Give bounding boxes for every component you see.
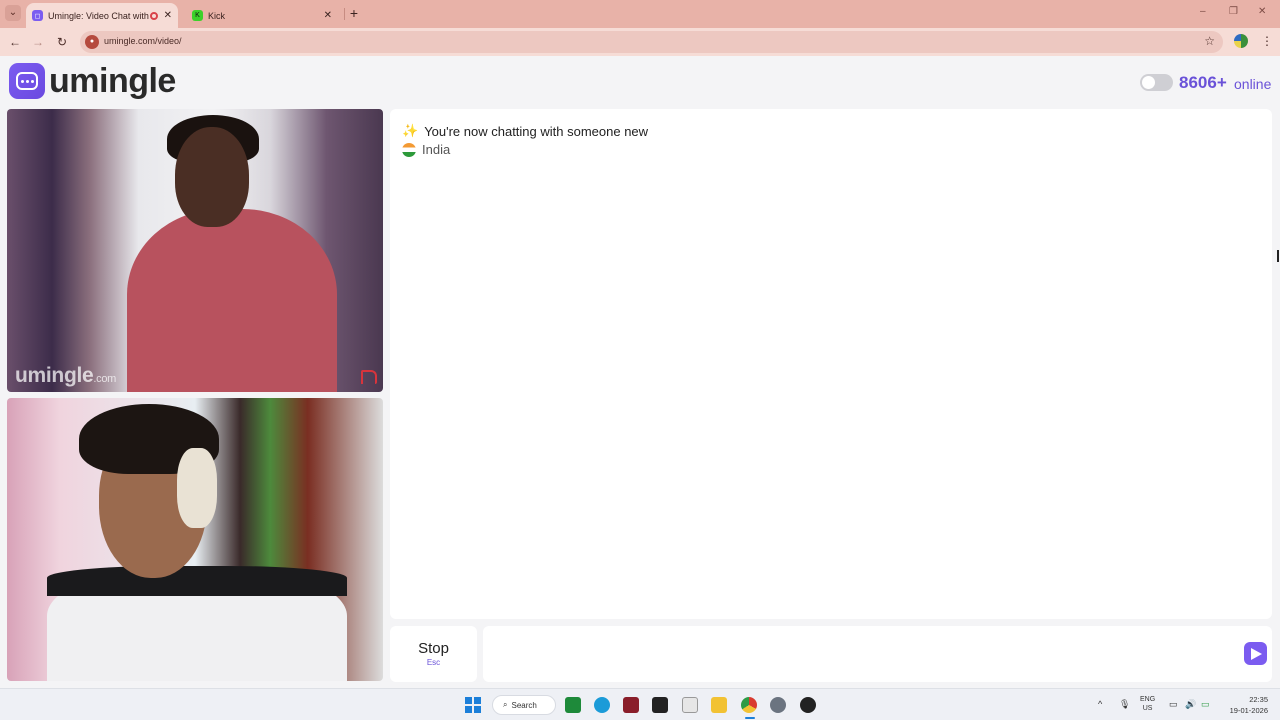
theme-toggle[interactable] — [1140, 74, 1173, 91]
toggle-knob — [1142, 76, 1155, 89]
country-text: India — [422, 142, 451, 157]
taskbar-search[interactable]: ⌕ Search — [492, 695, 556, 715]
umingle-watermark: umingle.com — [15, 364, 117, 387]
profile-avatar-icon[interactable] — [1234, 34, 1248, 48]
system-message-text: You're now chatting with someone new — [424, 123, 649, 139]
clock-time: 22:35 — [1249, 695, 1268, 704]
reload-icon[interactable]: ↻ — [54, 34, 70, 50]
minimize-button[interactable]: – — [1200, 6, 1206, 17]
language-indicator[interactable]: ENG US — [1140, 695, 1155, 713]
address-url[interactable]: umingle.com/video/ — [104, 36, 182, 46]
tab-title: Kick — [208, 10, 226, 21]
umingle-logo-icon[interactable] — [9, 63, 45, 99]
india-flag-icon — [402, 142, 416, 157]
xbox-icon[interactable] — [565, 697, 581, 713]
chrome-icon[interactable] — [741, 697, 757, 713]
active-app-indicator — [745, 717, 755, 719]
recording-indicator-icon — [149, 11, 158, 20]
stop-button-label: Stop — [418, 640, 449, 657]
taskbar-search-label: Search — [511, 700, 537, 710]
notepad-icon[interactable] — [682, 697, 698, 713]
new-tab-button[interactable]: + — [347, 5, 361, 21]
network-icon[interactable]: ▭ — [1169, 699, 1178, 710]
browser-tab-bar: ⌄ ◻ Umingle: Video Chat with S ✕ K Kick … — [0, 0, 1280, 28]
language-code: ENG — [1140, 696, 1156, 703]
umingle-favicon-icon: ◻ — [32, 10, 43, 21]
settings-gear-icon[interactable] — [770, 697, 786, 713]
windows-start-icon[interactable] — [465, 697, 481, 713]
mouse-cursor — [1277, 250, 1279, 262]
browser-toolbar: ← → ↻ ● umingle.com/video/ ☆ — [0, 28, 1280, 56]
stranger-figure — [175, 127, 249, 227]
tab-close-icon[interactable]: ✕ — [324, 10, 332, 21]
edge-icon[interactable] — [594, 697, 610, 713]
tab-divider — [344, 8, 345, 20]
stranger-country: India — [402, 142, 450, 157]
tray-chevron-icon[interactable]: ^ — [1098, 699, 1102, 709]
site-camera-icon[interactable]: ● — [85, 35, 99, 49]
logo-text[interactable]: umingle — [49, 62, 176, 101]
tab-umingle[interactable]: ◻ Umingle: Video Chat with S ✕ — [26, 3, 178, 28]
forward-arrow-icon[interactable]: → — [30, 34, 46, 50]
tab-search-icon[interactable]: ⌄ — [5, 5, 21, 21]
clock-date: 19-01-2026 — [1229, 706, 1268, 715]
sparkle-icon: ✨ — [402, 123, 419, 138]
region-code: US — [1142, 705, 1153, 712]
address-bar[interactable]: ● umingle.com/video/ ☆ — [80, 31, 1223, 53]
self-video — [7, 398, 383, 681]
microphone-icon[interactable]: 🎙 — [1119, 699, 1130, 710]
message-input[interactable] — [483, 626, 1272, 682]
headphone-figure — [177, 448, 217, 528]
system-clock[interactable]: 22:35 19-01-2026 — [1224, 694, 1268, 716]
tab-close-icon[interactable]: ✕ — [164, 10, 172, 21]
system-message: ✨ You're now chatting with someone new — [402, 123, 648, 139]
kick-favicon-icon: K — [192, 10, 203, 21]
file-explorer-icon[interactable] — [711, 697, 727, 713]
restore-button[interactable]: ❐ — [1229, 6, 1238, 17]
back-arrow-icon[interactable]: ← — [7, 34, 23, 50]
epic-games-icon[interactable] — [652, 697, 668, 713]
umingle-page: umingle 8606+ online umingle.com ✨ You'r… — [0, 56, 1280, 688]
online-label: online — [1234, 76, 1272, 92]
volume-icon[interactable]: 🔊 — [1185, 699, 1196, 710]
stranger-video: umingle.com — [7, 109, 383, 392]
report-flag-icon[interactable] — [361, 370, 377, 384]
close-window-button[interactable]: ✕ — [1258, 6, 1266, 17]
search-icon: ⌕ — [503, 700, 508, 709]
tab-title: Umingle: Video Chat with S — [48, 10, 150, 21]
online-count: 8606+ — [1179, 73, 1227, 92]
browser-menu-icon[interactable]: ⋮ — [1261, 34, 1273, 48]
send-arrow-icon — [1251, 647, 1262, 660]
tab-kick[interactable]: K Kick ✕ — [186, 3, 338, 28]
battery-icon[interactable]: ▭ — [1201, 699, 1210, 710]
app-icon[interactable] — [623, 697, 639, 713]
stop-button[interactable]: Stop Esc — [390, 626, 477, 682]
bookmark-star-icon[interactable]: ☆ — [1204, 34, 1215, 48]
obs-record-icon[interactable] — [800, 697, 816, 713]
chat-panel: ✨ You're now chatting with someone new I… — [390, 109, 1272, 619]
os-taskbar: ⌕ Search ^ 🎙 ENG US ▭ 🔊 ▭ 22:35 19-01-20… — [0, 688, 1280, 720]
stranger-figure — [127, 209, 337, 392]
self-figure — [47, 566, 347, 596]
send-button[interactable] — [1244, 642, 1267, 665]
stop-shortcut-hint: Esc — [426, 658, 441, 667]
